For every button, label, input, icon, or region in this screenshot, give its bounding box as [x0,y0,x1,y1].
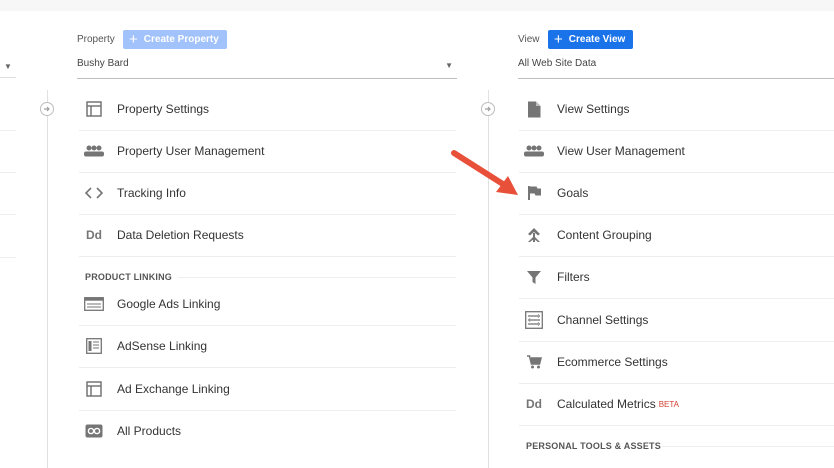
menu-item-channel-settings[interactable]: Channel Settings [519,299,834,342]
menu-item-label: View User Management [557,144,685,158]
menu-item-google-ads-linking[interactable]: Google Ads Linking [79,283,456,326]
menu-item-ecommerce-settings[interactable]: Ecommerce Settings [519,341,834,384]
property-select[interactable]: Bushy Bard ▼ [77,58,457,79]
settings-window-icon [79,101,109,117]
menu-item-label: Google Ads Linking [117,297,221,311]
menu-item-view-settings[interactable]: View Settings [519,88,834,131]
annotation-arrow-icon [451,150,518,195]
section-divider [662,446,834,447]
google-ads-icon [79,297,109,311]
code-icon [79,187,109,199]
account-item-divider [0,214,16,215]
property-header-label: Property [77,34,115,45]
account-item-divider [0,257,16,258]
menu-item-filters[interactable]: Filters [519,256,834,299]
menu-item-label: Calculated Metrics [557,397,656,411]
beta-badge: BETA [658,399,680,409]
channel-settings-icon [519,311,549,329]
account-item-divider [0,130,16,131]
view-header-label: View [518,34,540,45]
account-select-underline [0,77,16,78]
section-divider [178,277,456,278]
menu-item-content-grouping[interactable]: Content Grouping [519,214,834,257]
view-selected-value: All Web Site Data [518,58,597,69]
menu-item-label: Tracking Info [117,186,186,200]
content-grouping-icon [519,227,549,243]
account-dropdown-caret-icon[interactable]: ▼ [4,62,12,71]
menu-item-adsense-linking[interactable]: AdSense Linking [79,325,456,368]
menu-item-label: Goals [557,186,589,200]
arrow-right-circle-icon [481,102,495,116]
menu-item-label: Data Deletion Requests [117,228,244,242]
menu-item-property-settings[interactable]: Property Settings [79,88,456,131]
all-products-icon [79,424,109,438]
menu-item-tracking-info[interactable]: Tracking Info [79,172,456,215]
menu-item-label: Property Settings [117,102,210,116]
personal-tools-section-title: PERSONAL TOOLS & ASSETS [526,441,661,451]
arrow-right-circle-icon [40,102,54,116]
menu-item-all-products[interactable]: All Products [79,410,456,452]
menu-item-ad-exchange-linking[interactable]: Ad Exchange Linking [79,368,456,411]
view-select[interactable]: All Web Site Data [518,58,834,79]
ad-exchange-icon [79,381,109,397]
menu-item-label: AdSense Linking [117,339,208,353]
create-property-label: Create Property [143,34,219,45]
menu-item-calculated-metrics[interactable]: Dd Calculated Metrics BETA [519,383,834,426]
menu-item-data-deletion-requests[interactable]: Dd Data Deletion Requests [79,214,456,257]
dd-icon: Dd [526,397,542,411]
document-icon [519,101,549,118]
menu-item-label: View Settings [557,102,630,116]
chevron-down-icon: ▼ [445,61,453,70]
menu-item-goals[interactable]: Goals [519,172,834,215]
menu-item-label: Content Grouping [557,228,652,242]
menu-item-label: Filters [557,270,590,284]
menu-item-label: Property User Management [117,144,265,158]
menu-item-label: Channel Settings [557,313,649,327]
cart-icon [519,354,549,370]
column-separator [47,90,48,468]
menu-item-label: Ad Exchange Linking [117,382,230,396]
create-view-label: Create View [568,34,626,45]
adsense-icon [79,338,109,354]
plus-icon: + [554,31,563,48]
product-linking-section-title: PRODUCT LINKING [85,272,172,282]
create-view-button[interactable]: + Create View [548,30,634,49]
menu-item-label: All Products [117,424,182,438]
plus-icon: + [129,31,138,48]
menu-item-view-user-management[interactable]: View User Management [519,130,834,173]
create-property-button[interactable]: + Create Property [123,30,227,49]
top-bar [0,0,834,11]
partial-menu-icon [529,462,545,468]
people-icon [79,145,109,157]
property-selected-value: Bushy Bard [77,58,129,69]
menu-item-property-user-management[interactable]: Property User Management [79,130,456,173]
filter-icon [519,269,549,285]
dd-icon: Dd [86,228,102,242]
menu-item-label: Ecommerce Settings [557,355,668,369]
account-item-divider [0,172,16,173]
